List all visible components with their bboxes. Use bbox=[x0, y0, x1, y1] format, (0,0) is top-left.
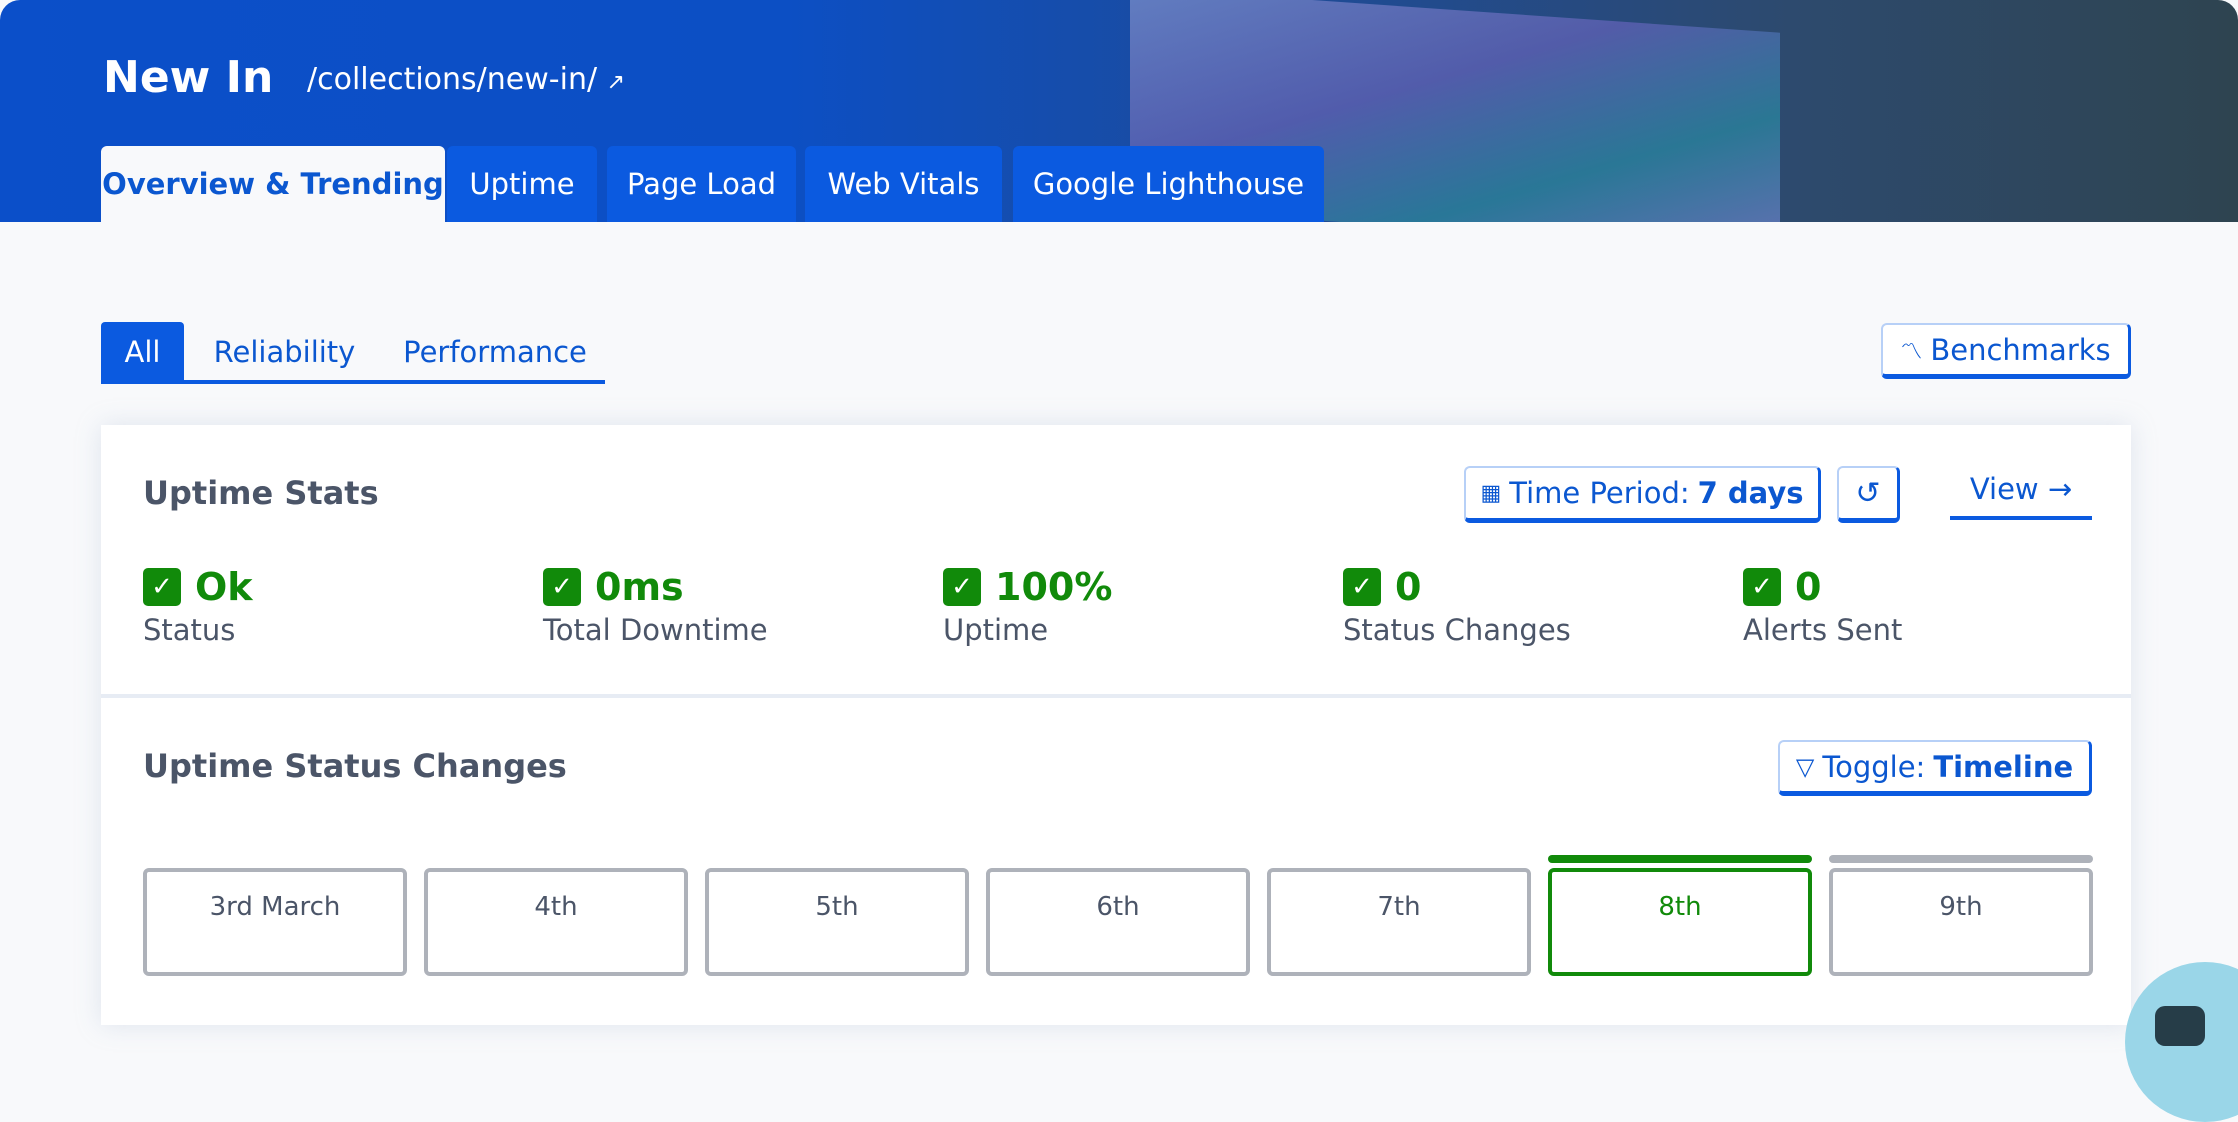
refresh-button[interactable]: ↺ bbox=[1837, 466, 1900, 523]
toggle-label: Toggle: bbox=[1822, 749, 1926, 784]
stat-value: 0ms bbox=[595, 565, 684, 609]
subtab-underline bbox=[101, 380, 605, 384]
external-link-icon: ↗ bbox=[606, 70, 626, 95]
tab-uptime[interactable]: Uptime bbox=[447, 146, 597, 222]
time-period-button[interactable]: ▦ Time Period: 7 days bbox=[1464, 466, 1821, 523]
check-icon: ✓ bbox=[1743, 568, 1781, 606]
page-title: New In bbox=[103, 52, 274, 103]
filter-icon: ▽ bbox=[1795, 752, 1815, 781]
benchmarks-button[interactable]: 〽 Benchmarks bbox=[1881, 323, 2131, 379]
tab-overview-trending[interactable]: Overview & Trending bbox=[101, 146, 445, 222]
stat-value: Ok bbox=[195, 565, 253, 609]
calendar-icon: ▦ bbox=[1480, 480, 1502, 506]
check-icon: ✓ bbox=[1343, 568, 1381, 606]
section-divider bbox=[101, 694, 2131, 698]
refresh-icon: ↺ bbox=[1855, 475, 1881, 511]
check-icon: ✓ bbox=[543, 568, 581, 606]
time-period-value: 7 days bbox=[1697, 476, 1804, 510]
view-link[interactable]: View → bbox=[1950, 472, 2092, 520]
day-box[interactable]: 5th bbox=[705, 868, 969, 976]
page-path: /collections/new-in/ bbox=[307, 62, 598, 97]
stat-label: Status Changes bbox=[1343, 613, 1571, 647]
uptime-stats-title: Uptime Stats bbox=[143, 474, 379, 512]
page-path-link[interactable]: /collections/new-in/ ↗ bbox=[307, 62, 625, 97]
page-header: New In /collections/new-in/ ↗ Overview &… bbox=[0, 0, 2238, 222]
stat-label: Total Downtime bbox=[543, 613, 768, 647]
day-box[interactable]: 4th bbox=[424, 868, 688, 976]
stat-label: Alerts Sent bbox=[1743, 613, 1903, 647]
day-box[interactable]: 9th bbox=[1829, 868, 2093, 976]
stat-label: Status bbox=[143, 613, 236, 647]
stat-uptime: ✓ 100% Uptime bbox=[943, 565, 1112, 647]
toggle-view-button[interactable]: ▽ Toggle: Timeline bbox=[1778, 740, 2092, 796]
day-box[interactable]: 8th bbox=[1548, 868, 1812, 976]
day-box[interactable]: 3rd March bbox=[143, 868, 407, 976]
tab-page-load[interactable]: Page Load bbox=[607, 146, 796, 222]
time-period-label: Time Period: bbox=[1509, 476, 1690, 510]
stat-value: 0 bbox=[1795, 565, 1822, 609]
chat-icon bbox=[2155, 1006, 2205, 1046]
tab-web-vitals[interactable]: Web Vitals bbox=[805, 146, 1002, 222]
subtab-performance[interactable]: Performance bbox=[390, 322, 600, 382]
day-box[interactable]: 7th bbox=[1267, 868, 1531, 976]
stat-status: ✓ Ok Status bbox=[143, 565, 253, 647]
stat-label: Uptime bbox=[943, 613, 1049, 647]
day-status-bar bbox=[1548, 855, 1812, 863]
benchmarks-label: Benchmarks bbox=[1930, 332, 2111, 367]
day-box[interactable]: 6th bbox=[986, 868, 1250, 976]
stat-alerts-sent: ✓ 0 Alerts Sent bbox=[1743, 565, 1902, 647]
chat-widget-button[interactable] bbox=[2125, 962, 2238, 1122]
subtab-reliability[interactable]: Reliability bbox=[194, 322, 375, 382]
stat-total-downtime: ✓ 0ms Total Downtime bbox=[543, 565, 768, 647]
stat-value: 0 bbox=[1395, 565, 1422, 609]
stat-status-changes: ✓ 0 Status Changes bbox=[1343, 565, 1571, 647]
toggle-value: Timeline bbox=[1933, 749, 2074, 784]
check-icon: ✓ bbox=[143, 568, 181, 606]
check-icon: ✓ bbox=[943, 568, 981, 606]
line-chart-icon: 〽 bbox=[1900, 339, 1923, 365]
day-status-bar bbox=[1829, 855, 2093, 863]
status-changes-title: Uptime Status Changes bbox=[143, 747, 567, 785]
tab-google-lighthouse[interactable]: Google Lighthouse bbox=[1013, 146, 1324, 222]
stat-value: 100% bbox=[995, 565, 1113, 609]
subtab-all[interactable]: All bbox=[101, 322, 184, 382]
